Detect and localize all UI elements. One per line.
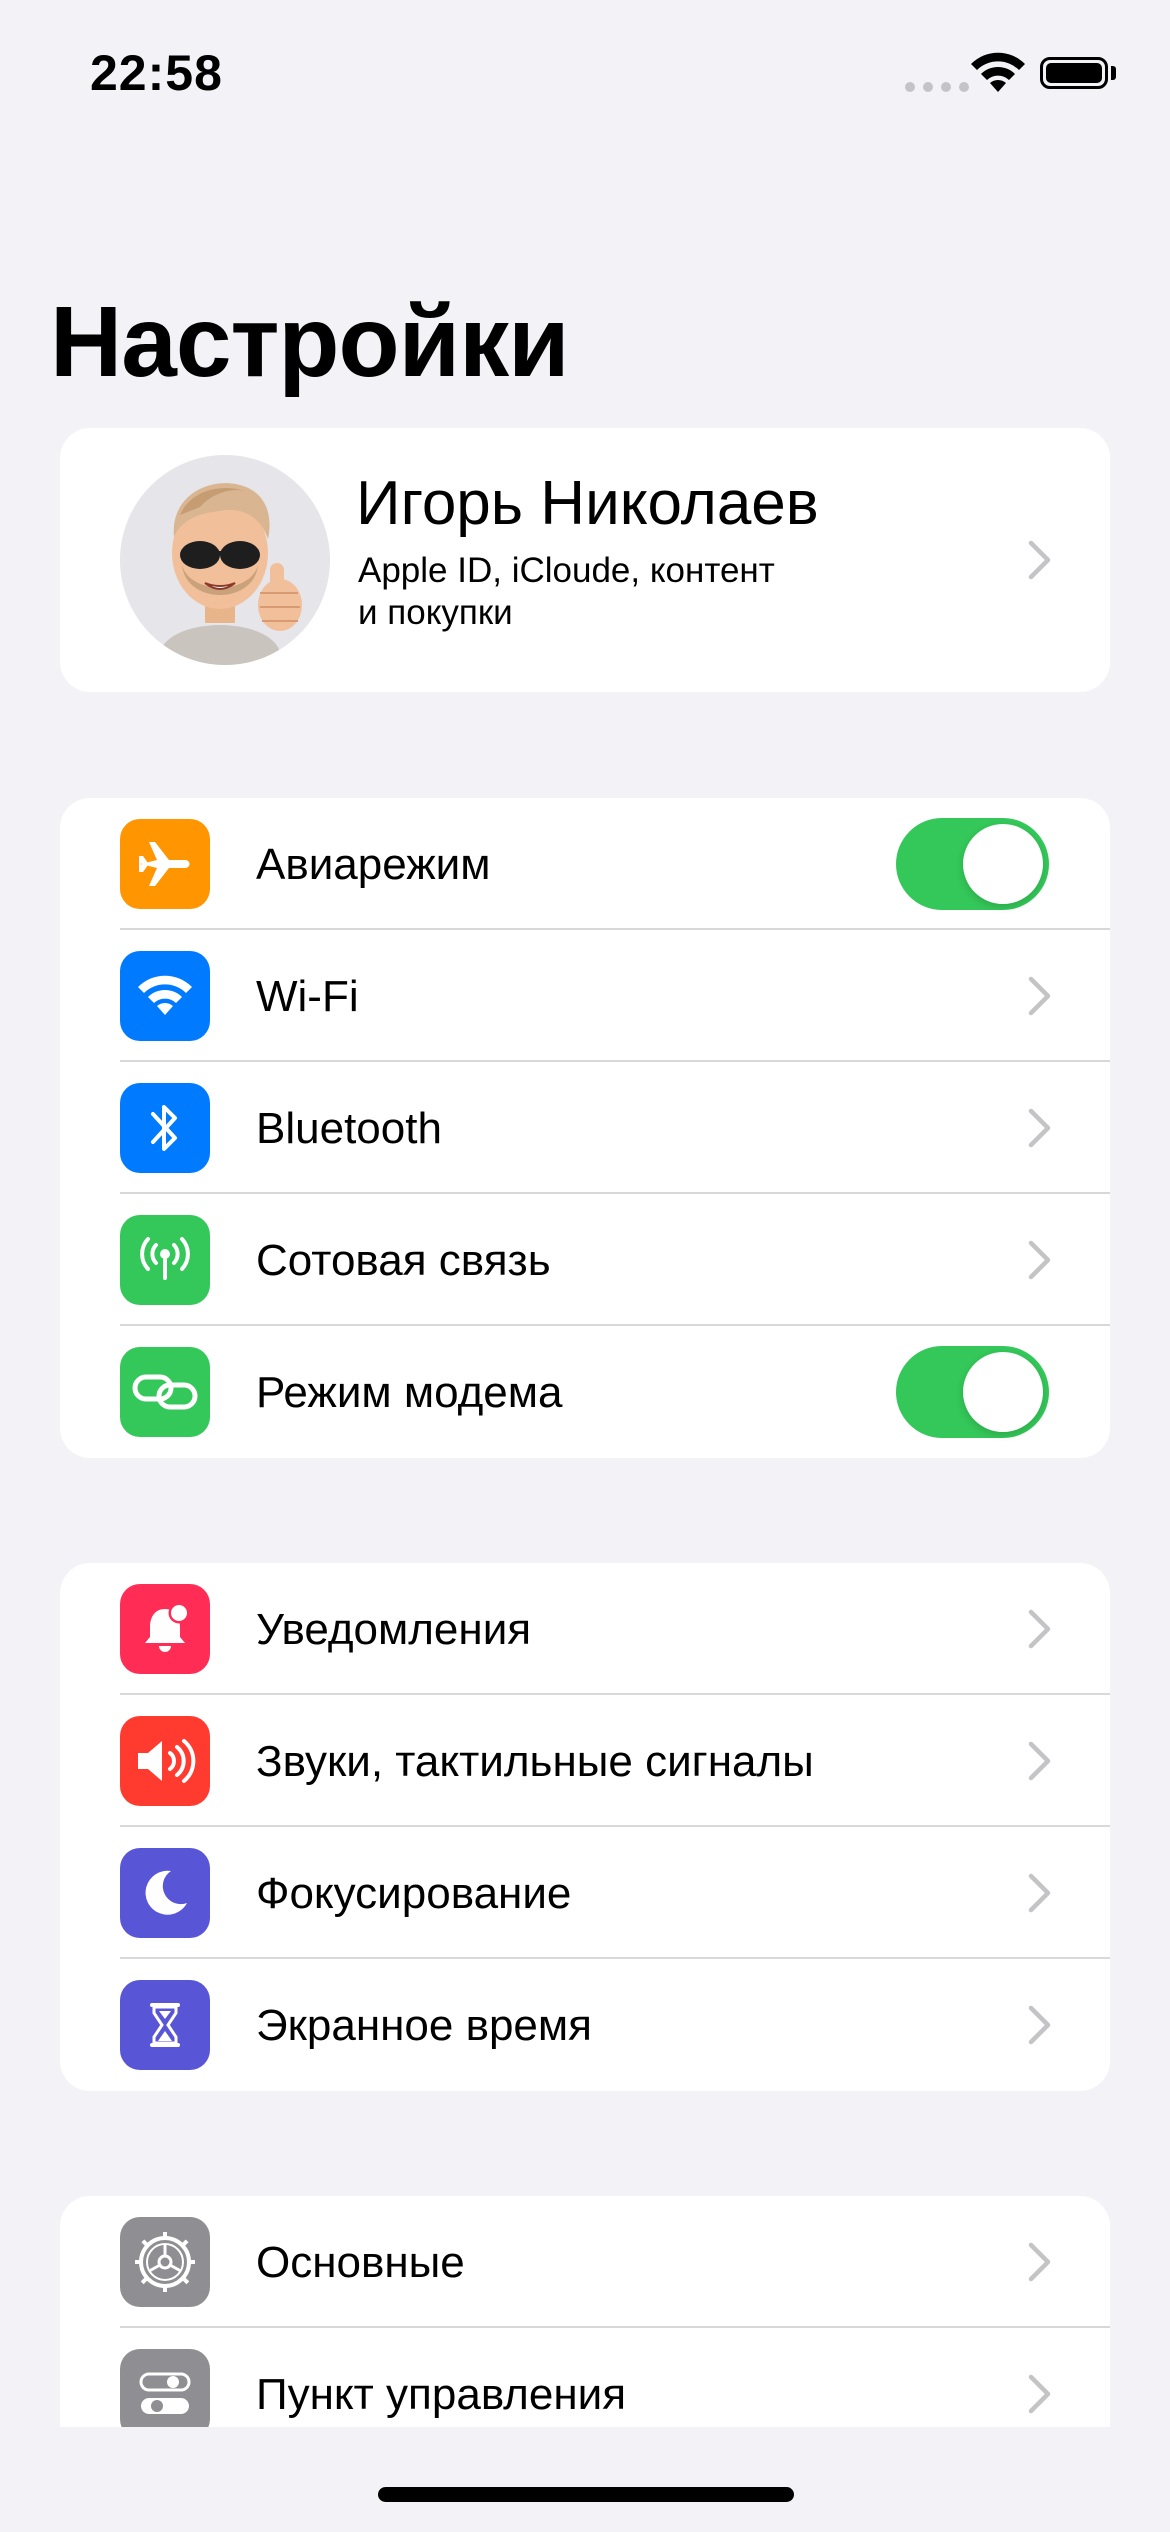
- battery-tip: [1111, 66, 1116, 80]
- gear-icon: [120, 2217, 210, 2307]
- chevron-right-icon: [1028, 1240, 1051, 1280]
- chevron-right-icon: [1028, 976, 1051, 1016]
- home-indicator[interactable]: [378, 2487, 794, 2502]
- settings-screen: 22:58 Настройки Игорь Николаев Apple ID,…: [0, 0, 1170, 2532]
- row-label: Пункт управления: [256, 2370, 627, 2419]
- row-notifications[interactable]: Уведомления: [60, 1563, 1110, 1695]
- row-label: Экранное время: [256, 2001, 592, 2050]
- row-personal-hotspot[interactable]: Режим модема: [60, 1326, 1110, 1458]
- row-focus[interactable]: Фокусирование: [60, 1827, 1110, 1959]
- chevron-right-icon: [1028, 540, 1051, 580]
- row-screen-time[interactable]: Экранное время: [60, 1959, 1110, 2091]
- cellular-antenna-icon: [120, 1215, 210, 1305]
- personal-hotspot-toggle[interactable]: [896, 1346, 1049, 1438]
- status-bar: 22:58: [0, 0, 1170, 150]
- control-center-toggles-icon: [120, 2349, 210, 2439]
- chevron-right-icon: [1028, 2005, 1051, 2045]
- memoji-avatar: [120, 455, 330, 665]
- bottom-area: [0, 2427, 1170, 2532]
- chevron-right-icon: [1028, 2374, 1051, 2414]
- row-airplane-mode[interactable]: Авиарежим: [60, 798, 1110, 930]
- notifications-bell-icon: [120, 1584, 210, 1674]
- wifi-status-icon: [971, 52, 1025, 92]
- personal-hotspot-icon: [120, 1347, 210, 1437]
- row-sounds-haptics[interactable]: Звуки, тактильные сигналы: [60, 1695, 1110, 1827]
- chevron-right-icon: [1028, 2242, 1051, 2282]
- notifications-group: Уведомления Звуки, тактильные сигналы Фо…: [60, 1563, 1110, 2091]
- row-wifi[interactable]: Wi-Fi: [60, 930, 1110, 1062]
- hourglass-icon: [120, 1980, 210, 2070]
- wifi-icon: [120, 951, 210, 1041]
- chevron-right-icon: [1028, 1741, 1051, 1781]
- connectivity-group: Авиарежим Wi-Fi Bluetooth Сотовая связь …: [60, 798, 1110, 1458]
- airplane-icon: [120, 819, 210, 909]
- profile-subtitle: Apple ID, iCloude, контент и покупки: [358, 551, 775, 632]
- chevron-right-icon: [1028, 1108, 1051, 1148]
- row-label: Режим модема: [256, 1368, 563, 1417]
- speaker-icon: [120, 1716, 210, 1806]
- row-label: Bluetooth: [256, 1104, 442, 1153]
- airplane-mode-toggle[interactable]: [896, 818, 1049, 910]
- row-label: Основные: [256, 2238, 465, 2287]
- row-cellular[interactable]: Сотовая связь: [60, 1194, 1110, 1326]
- cellular-signal-icon: [905, 82, 969, 92]
- row-label: Сотовая связь: [256, 1236, 551, 1285]
- row-label: Wi-Fi: [256, 972, 359, 1021]
- profile-name: Игорь Николаев: [356, 469, 819, 538]
- bluetooth-icon: [120, 1083, 210, 1173]
- page-title: Настройки: [50, 286, 570, 398]
- row-label: Уведомления: [256, 1605, 532, 1654]
- moon-icon: [120, 1848, 210, 1938]
- row-label: Звуки, тактильные сигналы: [256, 1737, 814, 1786]
- row-label: Авиарежим: [256, 840, 491, 889]
- apple-id-profile-row[interactable]: Игорь Николаев Apple ID, iCloude, контен…: [60, 428, 1110, 692]
- chevron-right-icon: [1028, 1609, 1051, 1649]
- battery-icon: [1040, 57, 1108, 89]
- row-bluetooth[interactable]: Bluetooth: [60, 1062, 1110, 1194]
- row-general[interactable]: Основные: [60, 2196, 1110, 2328]
- status-time: 22:58: [90, 45, 223, 101]
- row-label: Фокусирование: [256, 1869, 572, 1918]
- chevron-right-icon: [1028, 1873, 1051, 1913]
